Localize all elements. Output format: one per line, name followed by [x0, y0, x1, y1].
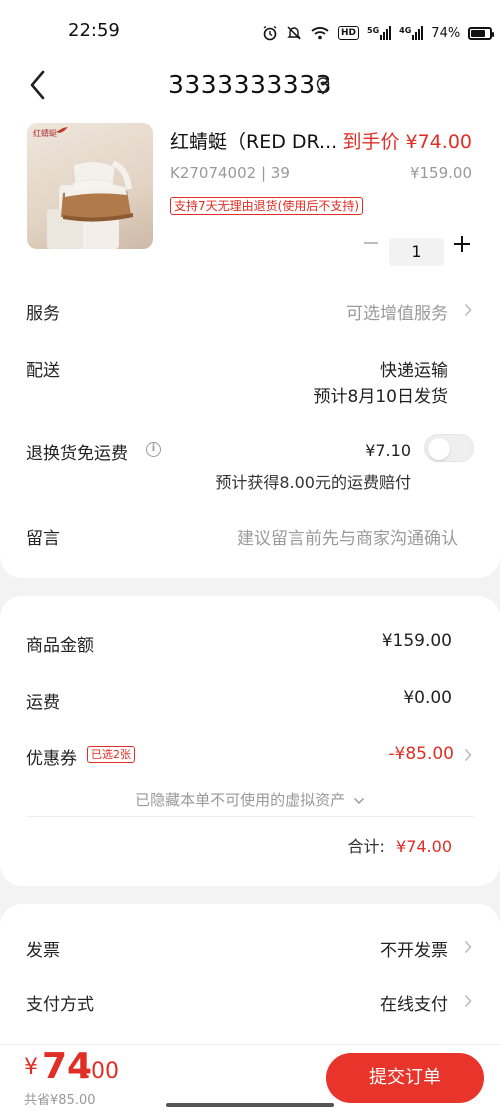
price-summary-card: 商品金额 ¥159.00 运费 ¥0.00 优惠券 已选2张 -¥85.00 已…: [0, 596, 500, 886]
header: 3333333333: [0, 60, 500, 110]
info-icon[interactable]: i: [146, 442, 161, 457]
location-pin-icon[interactable]: [316, 77, 330, 95]
alarm-icon: [263, 25, 277, 41]
return-shipping-note: 预计获得8.00元的运费赔付: [215, 473, 411, 492]
service-label: 服务: [26, 304, 60, 324]
delivery-method: 快递运输: [380, 361, 448, 381]
product-name[interactable]: 红蜻蜓（RED DR...: [170, 127, 337, 154]
coupon-label[interactable]: 优惠券: [26, 744, 77, 769]
quantity-field[interactable]: 1: [389, 238, 444, 266]
signal-4g-label: 4G: [399, 26, 412, 35]
invoice-payment-card: 发票 不开发票 支付方式 在线支付: [0, 904, 500, 1044]
battery-icon: [468, 26, 495, 40]
battery-percent: 74%: [431, 25, 461, 41]
invoice-value[interactable]: 不开发票: [380, 936, 448, 961]
checkout-bar: ¥ 74 .00 共省¥85.00 提交订单: [0, 1044, 500, 1111]
saved-amount: 共省¥85.00: [24, 1093, 96, 1108]
total-value: ¥74.00: [396, 837, 452, 856]
delivery-date: 预计8月10日发货: [313, 387, 448, 407]
return-shipping-toggle[interactable]: [424, 434, 474, 462]
quantity-decrease-button[interactable]: [364, 242, 378, 244]
status-bar: 22:59 HD 5G 4G 74%: [0, 0, 500, 60]
invoice-label: 发票: [26, 941, 60, 961]
goods-amount-label: 商品金额: [26, 636, 94, 656]
message-input[interactable]: 建议留言前先与商家沟通确认: [237, 524, 458, 549]
payment-value[interactable]: 在线支付: [380, 990, 448, 1015]
chevron-right-icon[interactable]: [464, 940, 472, 954]
goods-amount-value: ¥159.00: [381, 631, 452, 651]
battery-fill: [471, 29, 485, 37]
quantity-increase-button[interactable]: [454, 236, 470, 252]
hidden-assets-text: 已隐藏本单不可使用的虚拟资产: [135, 791, 346, 809]
payment-label: 支付方式: [26, 995, 94, 1015]
chevron-right-icon[interactable]: [464, 303, 472, 317]
coupon-badge: 已选2张: [87, 746, 135, 763]
total-label: 合计:: [347, 837, 385, 856]
home-indicator[interactable]: [166, 1103, 334, 1107]
coupon-value[interactable]: -¥85.00: [388, 744, 454, 764]
service-value[interactable]: 可选增值服务: [346, 299, 448, 324]
mute-bell-icon: [287, 26, 301, 40]
divider: [26, 816, 474, 817]
status-icons: HD 5G 4G 74%: [262, 22, 495, 44]
product-original-price: ¥159.00: [409, 164, 472, 182]
status-time: 22:59: [68, 20, 120, 41]
wifi-icon: [311, 27, 329, 40]
shipping-fee-label: 运费: [26, 693, 60, 713]
product-final-price: 到手价 ¥74.00: [342, 131, 472, 153]
total-price-decimal: .00: [84, 1059, 119, 1084]
toggle-knob: [428, 438, 450, 460]
delivery-label: 配送: [26, 361, 60, 381]
submit-order-button[interactable]: 提交订单: [326, 1053, 484, 1103]
return-shipping-price: ¥7.10: [365, 441, 411, 460]
signal-5g-label: 5G: [367, 26, 380, 35]
total-row: 合计: ¥74.00: [348, 833, 452, 857]
hd-icon: HD: [338, 26, 360, 40]
signal-4g-icon: 4G: [399, 26, 424, 40]
signal-5g-icon: 5G: [367, 26, 392, 40]
chevron-down-icon: [353, 797, 364, 805]
currency-symbol: ¥: [24, 1055, 38, 1080]
chevron-right-icon[interactable]: [464, 994, 472, 1008]
product-sku: K27074002 | 39: [170, 164, 290, 182]
shipping-fee-value: ¥0.00: [403, 688, 452, 708]
page-title[interactable]: 3333333333: [0, 70, 500, 99]
sandal-illustration: [47, 160, 133, 249]
return-shipping-label: 退换货免运费: [26, 444, 128, 464]
message-label: 留言: [26, 529, 60, 549]
chevron-right-icon[interactable]: [464, 748, 472, 762]
hidden-assets-toggle[interactable]: 已隐藏本单不可使用的虚拟资产: [0, 789, 500, 810]
order-item-card: 红蜻蜓 红蜻蜓（RED DR... 到手价 ¥74.00 K27074002 |…: [0, 110, 500, 578]
return-policy-tag: 支持7天无理由退货(使用后不支持): [170, 197, 363, 215]
product-image[interactable]: 红蜻蜓: [27, 123, 153, 249]
